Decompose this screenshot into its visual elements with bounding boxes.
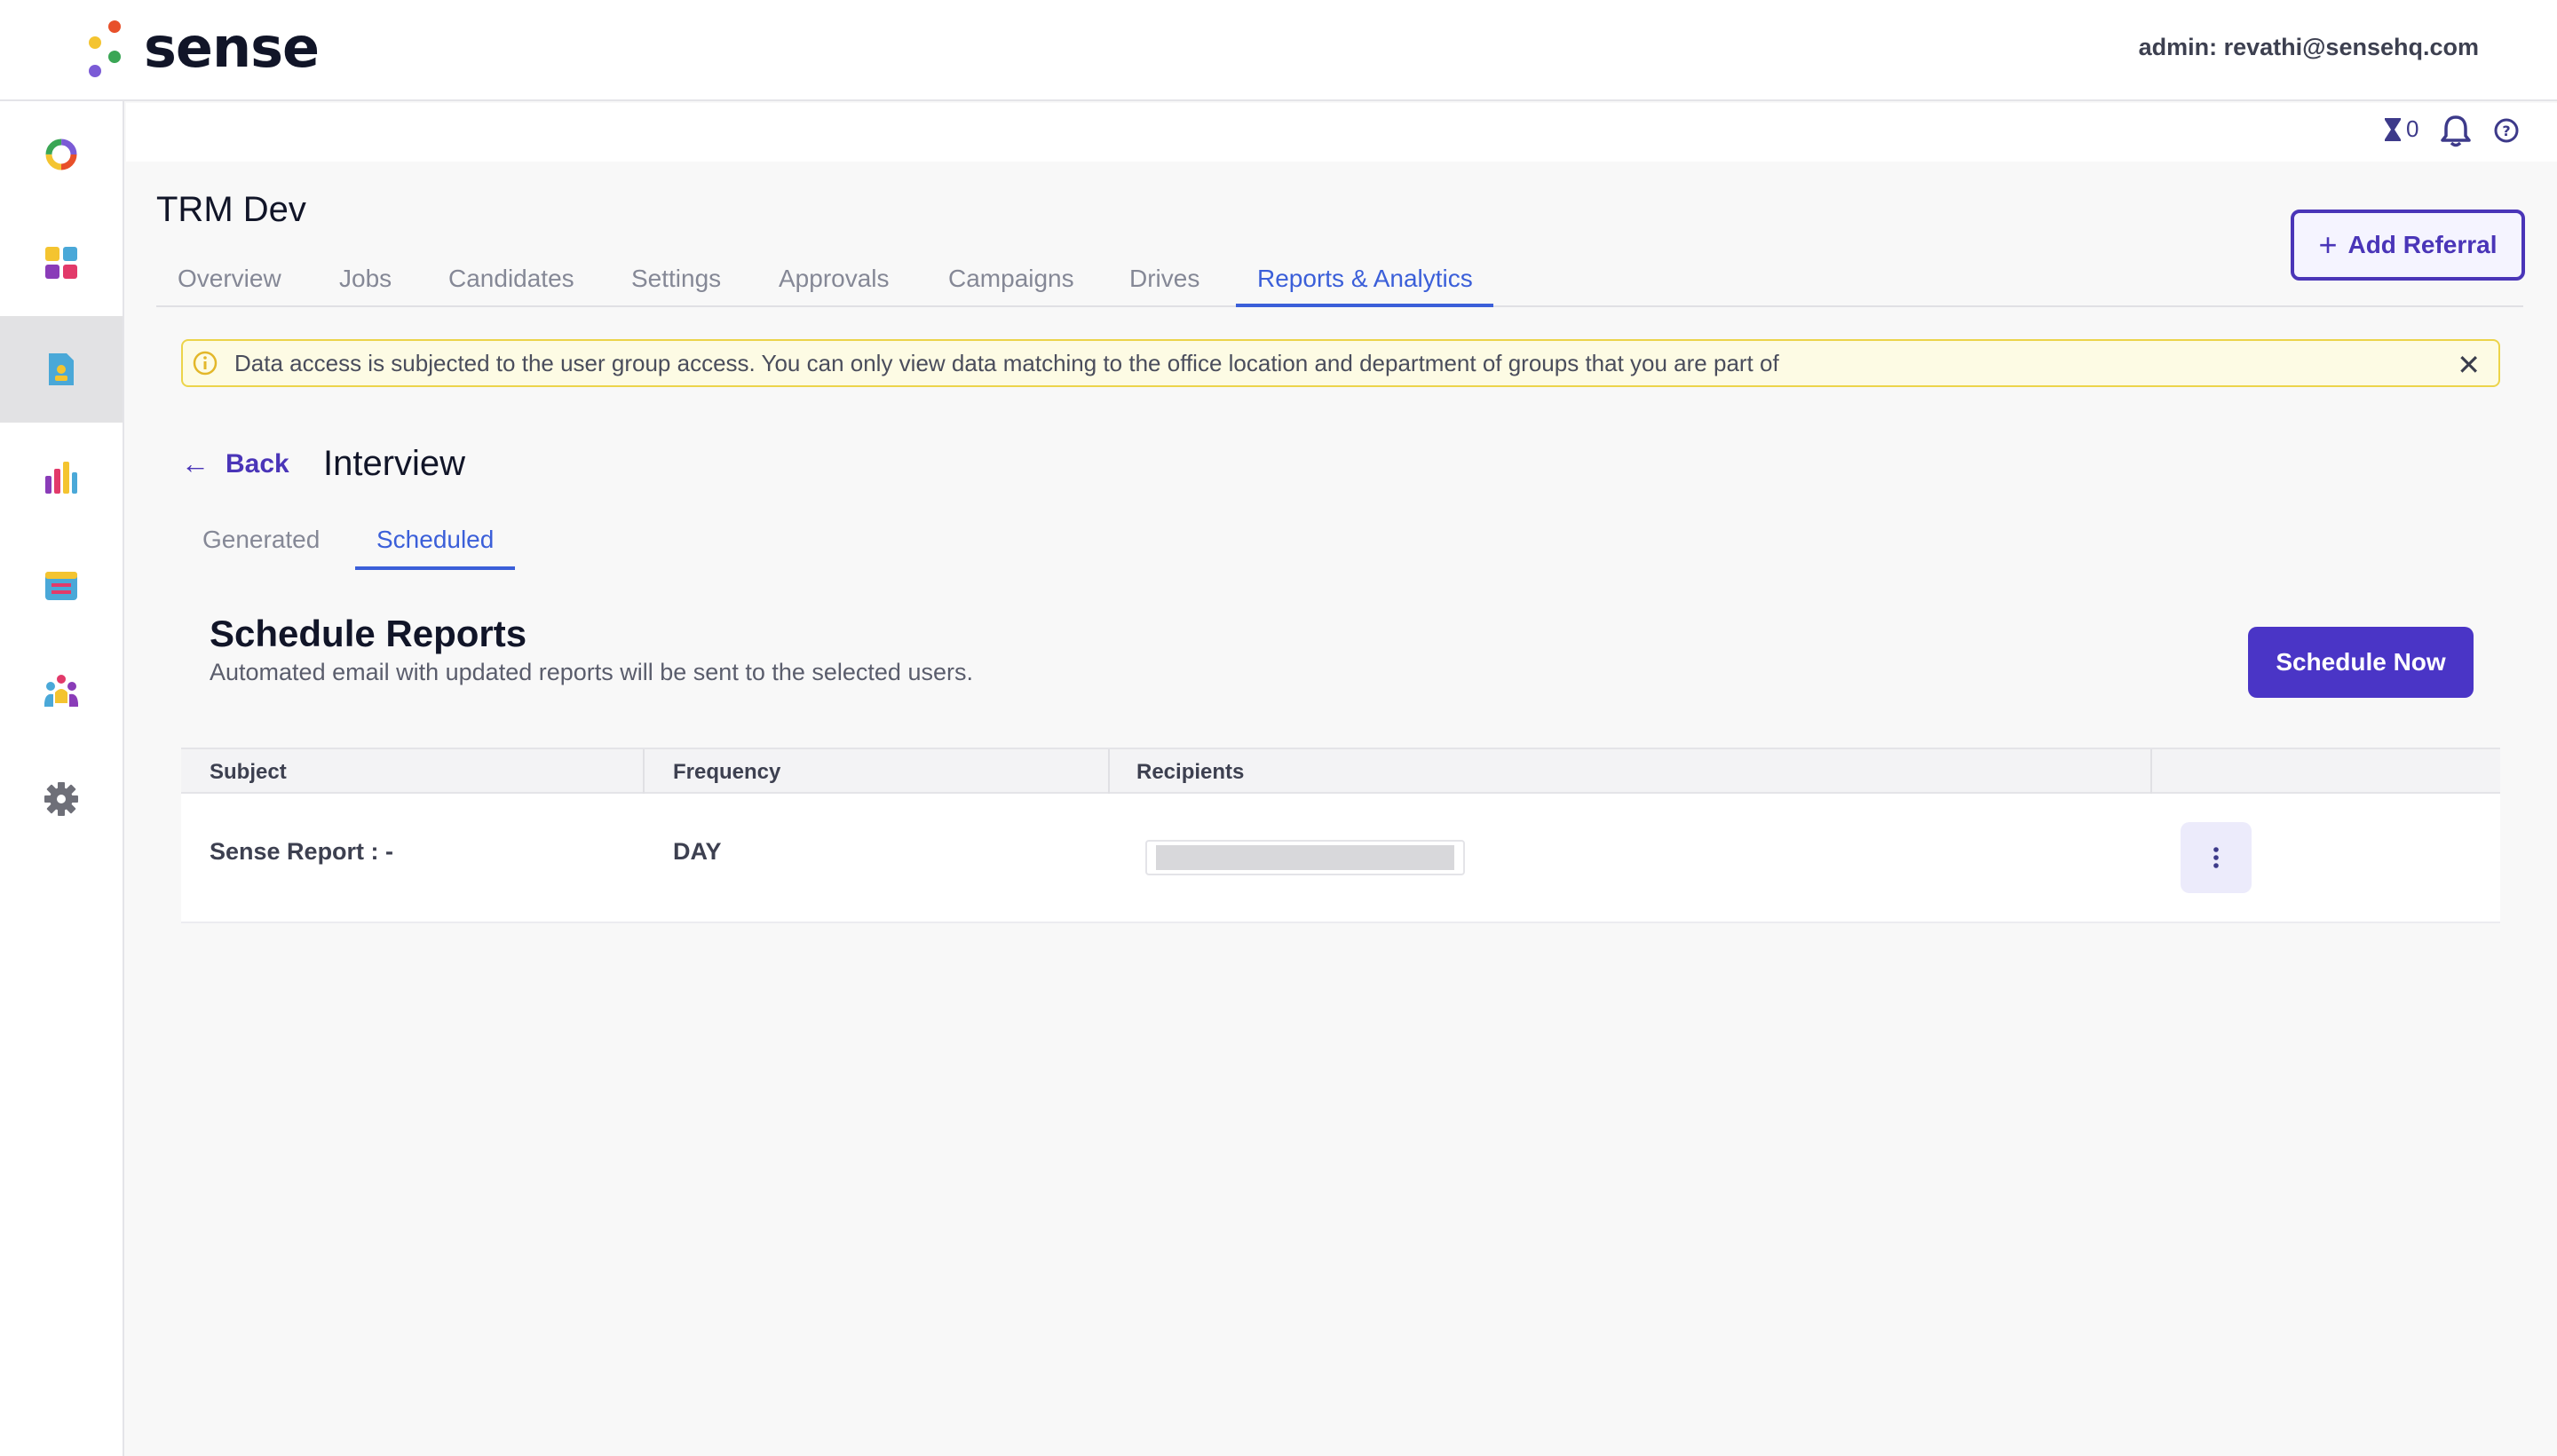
recipient-chip xyxy=(1145,840,1465,875)
schedule-reports-description: Automated email with updated reports wil… xyxy=(210,659,973,685)
sense-logo[interactable]: sense xyxy=(83,14,320,80)
page-title: TRM Dev xyxy=(156,190,306,229)
row-subject: Sense Report : - xyxy=(210,838,394,865)
hourglass-icon xyxy=(2385,117,2401,141)
sidebar-item-people[interactable] xyxy=(0,637,123,744)
tab-drives[interactable]: Drives xyxy=(1129,265,1199,293)
task-count: 0 xyxy=(2406,115,2419,142)
row-actions-button[interactable] xyxy=(2181,822,2252,893)
back-label: Back xyxy=(226,448,289,479)
pending-tasks[interactable]: 0 xyxy=(2383,115,2418,143)
logo-text: sense xyxy=(144,14,320,80)
column-frequency: Frequency xyxy=(673,760,781,784)
info-icon xyxy=(193,351,218,376)
column-divider xyxy=(2150,749,2152,794)
sidebar-item-dashboard[interactable] xyxy=(0,210,123,316)
plus-icon: + xyxy=(2318,226,2338,263)
table-row[interactable]: Sense Report : - DAY xyxy=(181,794,2500,923)
schedule-reports-title: Schedule Reports xyxy=(210,613,527,654)
redacted-recipient xyxy=(1156,845,1454,870)
column-subject: Subject xyxy=(210,760,287,784)
main-tabs: Overview Jobs Candidates Settings Approv… xyxy=(156,257,2523,307)
sidebar-item-settings[interactable] xyxy=(0,746,123,852)
tab-overview[interactable]: Overview xyxy=(178,265,281,293)
utility-bar xyxy=(126,103,2557,162)
top-header: sense admin: revathi@sensehq.com xyxy=(0,0,2557,101)
report-icon xyxy=(49,353,74,385)
tab-approvals[interactable]: Approvals xyxy=(779,265,890,293)
tab-campaigns[interactable]: Campaigns xyxy=(948,265,1074,293)
column-recipients: Recipients xyxy=(1136,760,1245,784)
sidebar-item-home[interactable] xyxy=(0,101,123,208)
data-access-alert: Data access is subjected to the user gro… xyxy=(181,339,2500,387)
alert-text: Data access is subjected to the user gro… xyxy=(234,349,1779,376)
help-icon: ? xyxy=(2494,118,2519,143)
schedules-table: Subject Frequency Recipients Sense Repor… xyxy=(181,748,2500,923)
tab-jobs[interactable]: Jobs xyxy=(339,265,392,293)
notifications-button[interactable] xyxy=(2440,114,2472,152)
svg-text:?: ? xyxy=(2502,123,2510,139)
column-divider xyxy=(1108,749,1110,794)
calendar-icon xyxy=(45,572,77,600)
subtab-generated[interactable]: Generated xyxy=(202,526,320,554)
tab-candidates[interactable]: Candidates xyxy=(448,265,574,293)
column-divider xyxy=(643,749,645,794)
add-referral-label: Add Referral xyxy=(2347,231,2498,258)
table-header: Subject Frequency Recipients xyxy=(181,748,2500,794)
schedule-now-button[interactable]: Schedule Now xyxy=(2248,627,2474,698)
report-title: Interview xyxy=(323,444,466,483)
close-icon[interactable]: ✕ xyxy=(2457,348,2481,382)
active-tab-indicator xyxy=(1236,304,1493,307)
sidebar-item-reports[interactable] xyxy=(0,316,123,423)
gear-icon xyxy=(44,782,78,816)
help-button[interactable]: ? xyxy=(2493,117,2520,148)
back-button[interactable]: ← Back xyxy=(181,447,289,480)
sidebar-item-calendar[interactable] xyxy=(0,531,123,637)
sidebar-item-analytics[interactable] xyxy=(0,424,123,531)
people-icon xyxy=(44,675,78,707)
loop-icon xyxy=(45,138,77,170)
bell-icon xyxy=(2441,115,2471,147)
logo-dots-icon xyxy=(83,17,126,77)
dashboard-icon xyxy=(45,247,77,279)
arrow-left-icon: ← xyxy=(181,447,210,479)
active-subtab-indicator xyxy=(355,566,515,570)
tab-reports-analytics[interactable]: Reports & Analytics xyxy=(1257,265,1473,293)
row-frequency: DAY xyxy=(673,838,722,865)
admin-account[interactable]: admin: revathi@sensehq.com xyxy=(2139,34,2479,61)
tab-settings[interactable]: Settings xyxy=(631,265,721,293)
add-referral-button[interactable]: + Add Referral xyxy=(2291,210,2525,281)
subtab-scheduled[interactable]: Scheduled xyxy=(376,526,494,554)
analytics-icon xyxy=(45,462,77,494)
kebab-menu-icon xyxy=(2213,847,2219,868)
